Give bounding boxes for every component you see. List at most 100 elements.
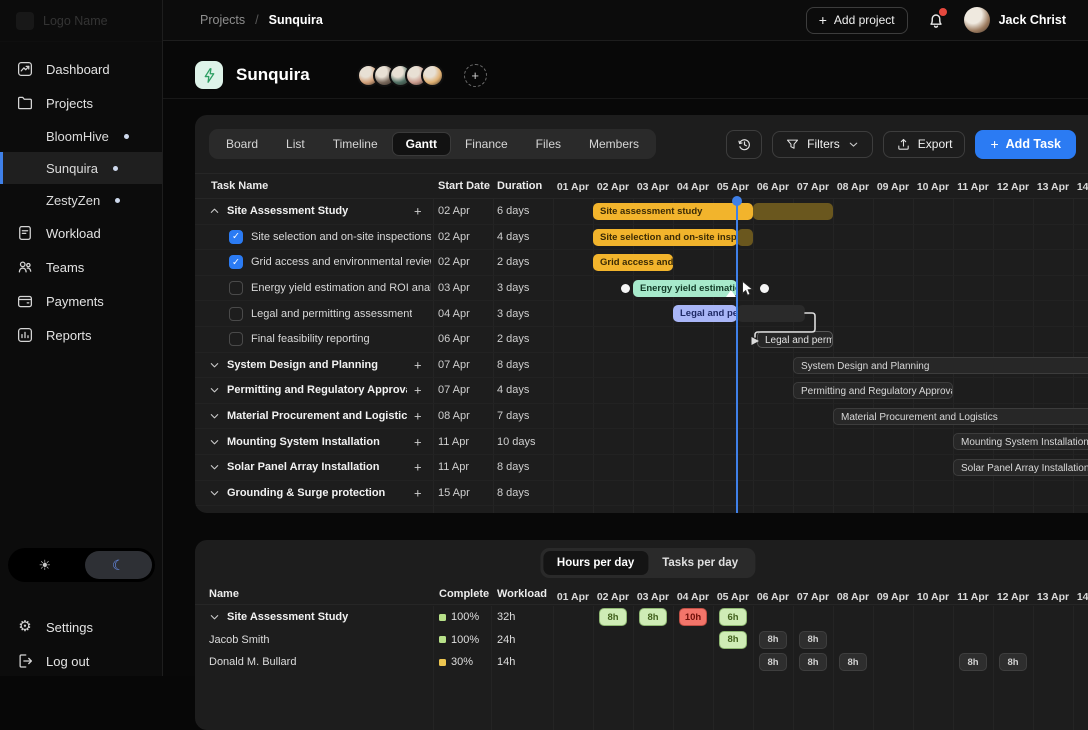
tab-gantt[interactable]: Gantt [392, 132, 451, 156]
task-start-date: 02 Apr [438, 250, 470, 275]
sidebar-project-sunquira[interactable]: Sunquira [0, 152, 162, 184]
gantt-bar-gray[interactable]: Material Procurement and Logistics [833, 408, 1088, 425]
breadcrumb-projects[interactable]: Projects [200, 13, 245, 27]
add-subtask-button[interactable]: + [414, 383, 422, 398]
add-subtask-button[interactable]: + [414, 357, 422, 372]
date-header-cell: 04 Apr [673, 174, 713, 200]
date-header-cell: 14 Apr [1073, 174, 1088, 200]
task-duration: 8 days [497, 455, 529, 480]
page-title: Sunquira [236, 65, 310, 85]
sidebar-item-logout[interactable]: Log out [0, 644, 162, 678]
dark-mode-button[interactable]: ☾ [85, 551, 153, 579]
add-project-button[interactable]: + Add project [806, 7, 908, 34]
gantt-bar-ghost[interactable]: Legal and permitti... [757, 331, 833, 348]
toggle-hours-per-day[interactable]: Hours per day [543, 551, 648, 575]
gantt-bar-mint[interactable]: Energy yield estimation... [633, 280, 737, 297]
add-project-label: Add project [834, 13, 895, 27]
checkbox-unchecked[interactable] [229, 307, 243, 321]
workload-row: Jacob Smith100%24h8h8h8h [195, 629, 1088, 652]
gantt-row: Legal and permitting assessment04 Apr3 d… [195, 301, 1088, 327]
user-menu[interactable]: Jack Christ [964, 7, 1066, 33]
sidebar-item-label: Workload [46, 226, 101, 241]
tab-list[interactable]: List [272, 132, 319, 156]
hours-badge-gray: 8h [959, 653, 987, 671]
sidebar-item-teams[interactable]: Teams [0, 250, 162, 284]
complete-percent: 100% [439, 606, 479, 629]
add-subtask-button[interactable]: + [414, 485, 422, 500]
workload-row: Site Assessment Study100%32h8h8h10h6h [195, 606, 1088, 629]
light-mode-button[interactable]: ☀ [11, 551, 79, 579]
tab-members[interactable]: Members [575, 132, 653, 156]
toggle-tasks-per-day[interactable]: Tasks per day [648, 551, 752, 575]
gantt-bar-gray[interactable]: Solar Panel Array Installation [953, 459, 1088, 476]
hours-badge-gray: 8h [799, 653, 827, 671]
add-task-button[interactable]: + Add Task [975, 130, 1076, 159]
dashboard-icon [16, 60, 34, 78]
checkbox-unchecked[interactable] [229, 281, 243, 295]
notifications-button[interactable] [926, 10, 946, 30]
bar-link-handle-right[interactable] [760, 284, 769, 293]
task-name: Legal and permitting assessment [251, 301, 412, 326]
tab-finance[interactable]: Finance [451, 132, 522, 156]
hours-badge-green: 8h [599, 608, 627, 626]
checkbox-unchecked[interactable] [229, 332, 243, 346]
gantt-bar-outline[interactable] [737, 305, 805, 322]
sidebar-project-zestyzen[interactable]: ZestyZen [0, 184, 162, 216]
task-name: Solar Panel Array Installation [227, 455, 379, 480]
expand-chevron-icon[interactable] [209, 359, 220, 370]
gantt-bar-yellow-dim[interactable] [753, 203, 833, 220]
add-subtask-button[interactable]: + [414, 460, 422, 475]
project-label: BloomHive [46, 129, 109, 144]
sun-icon: ☀ [38, 557, 51, 574]
gantt-bar-yellow[interactable]: Grid access and en... [593, 254, 673, 271]
theme-toggle[interactable]: ☀ ☾ [8, 548, 155, 582]
sidebar-item-label: Settings [46, 620, 93, 635]
add-member-button[interactable]: + [464, 64, 487, 87]
add-subtask-button[interactable]: + [414, 434, 422, 449]
bar-resize-handle[interactable] [726, 290, 736, 297]
user-name: Jack Christ [999, 13, 1066, 27]
expand-chevron-icon[interactable] [209, 436, 220, 447]
expand-chevron-icon[interactable] [209, 411, 220, 422]
divider [163, 98, 1088, 99]
task-start-date: 03 Apr [438, 276, 470, 301]
gantt-row: Mounting System Installation+11 Apr10 da… [195, 429, 1088, 455]
checkbox-checked[interactable]: ✓ [229, 230, 243, 244]
gantt-bar-gray[interactable]: Mounting System Installation [953, 433, 1088, 450]
expand-chevron-icon[interactable] [209, 487, 220, 498]
tab-files[interactable]: Files [522, 132, 575, 156]
sidebar-item-reports[interactable]: Reports [0, 318, 162, 352]
gantt-bar-yellow[interactable]: Site assessment study [593, 203, 753, 220]
bar-link-handle-left[interactable] [621, 284, 630, 293]
gantt-bar-yellow[interactable]: Site selection and on-site inspections [593, 229, 737, 246]
gantt-bar-gray[interactable]: System Design and Planning [793, 357, 1088, 374]
gantt-bar-gray[interactable]: Permitting and Regulatory Approval [793, 382, 953, 399]
add-subtask-button[interactable]: + [414, 204, 422, 219]
sidebar-item-workload[interactable]: Workload [0, 216, 162, 250]
gantt-bar-purple[interactable]: Legal and per... [673, 305, 737, 322]
sidebar-item-settings[interactable]: ⚙ Settings [0, 610, 162, 644]
add-subtask-button[interactable]: + [414, 409, 422, 424]
gantt-bar-yellow-dim[interactable] [737, 229, 753, 246]
collapse-chevron-icon[interactable] [209, 206, 220, 217]
task-start-date: 04 Apr [438, 301, 470, 326]
tab-board[interactable]: Board [212, 132, 272, 156]
sidebar-item-payments[interactable]: Payments [0, 284, 162, 318]
expand-chevron-icon[interactable] [209, 612, 220, 623]
gantt-row: Permitting and Regulatory Approval+07 Ap… [195, 378, 1088, 404]
expand-chevron-icon[interactable] [209, 385, 220, 396]
tab-timeline[interactable]: Timeline [319, 132, 392, 156]
project-header: Sunquira + [195, 53, 487, 97]
checkbox-checked[interactable]: ✓ [229, 255, 243, 269]
breadcrumb-current: Sunquira [269, 13, 323, 27]
hours-badge-gray: 8h [759, 631, 787, 649]
gantt-body: Site Assessment Study+02 Apr6 daysSite a… [195, 199, 1088, 513]
sidebar-item-dashboard[interactable]: Dashboard [0, 52, 162, 86]
column-header-name: Name [209, 584, 239, 604]
sidebar-item-projects[interactable]: Projects [0, 86, 162, 120]
history-button[interactable] [726, 130, 762, 159]
export-button[interactable]: Export [883, 131, 966, 158]
expand-chevron-icon[interactable] [209, 462, 220, 473]
filters-button[interactable]: Filters [772, 131, 873, 158]
sidebar-project-bloomhive[interactable]: BloomHive [0, 120, 162, 152]
